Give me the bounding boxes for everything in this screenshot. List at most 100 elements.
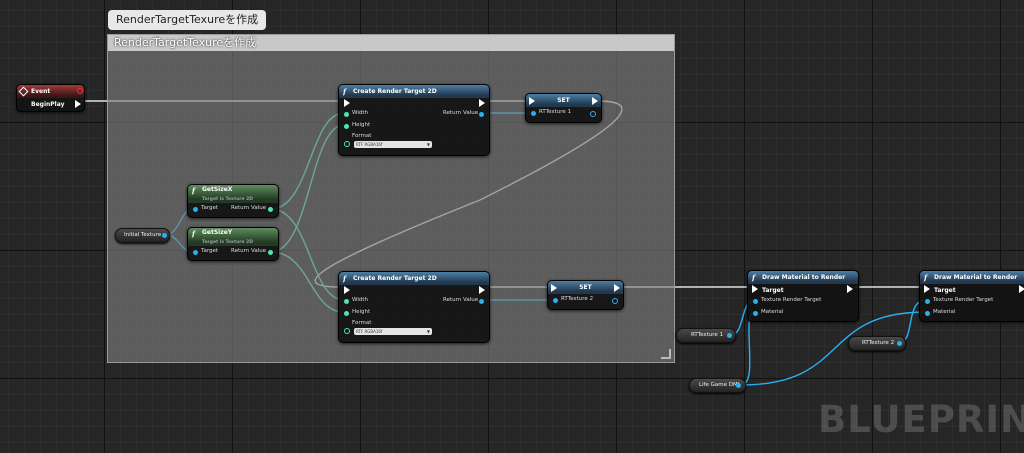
width-pin[interactable]	[344, 112, 349, 117]
get-size-x-node[interactable]: f GetSizeX Target is Texture 2D Target R…	[187, 184, 279, 218]
set-var-label: RTTexture 1	[539, 109, 572, 115]
function-icon: f	[343, 274, 347, 283]
set-title: SET	[557, 97, 570, 104]
return-value-label: Return Value	[231, 248, 267, 254]
return-value-pin[interactable]	[268, 207, 273, 212]
node-title: Draw Material to Render Target	[934, 274, 1018, 294]
chevron-down-icon: ▼	[426, 142, 430, 147]
function-header: f Draw Material to Render Target	[920, 271, 1024, 294]
variable-label: RTTexture 1	[691, 332, 724, 338]
width-pin[interactable]	[344, 299, 349, 304]
object-wire	[740, 311, 756, 386]
event-icon	[18, 86, 29, 97]
target-pin[interactable]	[193, 207, 198, 212]
set-rttexture-2-node[interactable]: SET RTTexture 2	[547, 280, 624, 310]
texture-target-pin[interactable]	[753, 299, 758, 304]
exec-in-pin[interactable]	[344, 99, 350, 107]
exec-in-pin[interactable]	[551, 284, 557, 292]
material-pin[interactable]	[753, 311, 758, 316]
function-header: f Create Render Target 2D	[339, 85, 489, 98]
node-title: GetSizeY	[202, 229, 233, 236]
variable-label: RTTexture 2	[862, 340, 895, 346]
node-title: Create Render Target 2D	[353, 275, 437, 282]
node-title: Draw Material to Render Target	[762, 274, 846, 294]
create-render-target-node-2[interactable]: f Create Render Target 2D Width Height F…	[338, 271, 490, 343]
target-pin[interactable]	[193, 250, 198, 255]
return-value-label: Return Value	[443, 110, 479, 116]
material-pin[interactable]	[925, 311, 930, 316]
format-dropdown[interactable]: RTF RGBA16f ▼	[354, 141, 432, 148]
exec-out-pin[interactable]	[479, 99, 485, 107]
rttexture-2-getter[interactable]: RTTexture 2	[848, 336, 906, 351]
event-header: Event BeginPlay	[17, 85, 84, 108]
life-game-dmi-getter[interactable]: Life Game DMI	[689, 378, 746, 393]
target-label: Target	[201, 248, 219, 254]
function-icon: f	[752, 273, 756, 282]
comment-bubble[interactable]: RenderTargetTexureを作成	[108, 10, 267, 30]
format-pin[interactable]	[344, 328, 350, 334]
return-value-pin[interactable]	[479, 112, 484, 117]
create-render-target-node-1[interactable]: f Create Render Target 2D Width Height F…	[338, 84, 490, 156]
variable-out-pin[interactable]	[736, 383, 741, 388]
texture-target-pin[interactable]	[925, 299, 930, 304]
get-size-y-node[interactable]: f GetSizeY Target is Texture 2D Target R…	[187, 227, 279, 261]
function-icon: f	[192, 186, 196, 195]
target-label: Target	[201, 205, 219, 211]
format-label: Format	[352, 320, 372, 326]
draw-material-node-1[interactable]: f Draw Material to Render Target Texture…	[747, 270, 859, 322]
format-dropdown[interactable]: RTF RGBA16f ▼	[354, 328, 432, 335]
height-label: Height	[352, 122, 371, 128]
exec-in-pin[interactable]	[924, 285, 930, 293]
format-label: Format	[352, 133, 372, 139]
width-label: Width	[352, 297, 368, 303]
set-rttexture-1-node[interactable]: SET RTTexture 1	[525, 93, 602, 123]
event-title: Event BeginPlay	[31, 88, 65, 108]
rttexture-1-getter[interactable]: RTTexture 1	[676, 328, 736, 343]
function-icon: f	[192, 229, 196, 238]
function-header: f Create Render Target 2D	[339, 272, 489, 285]
exec-out-pin[interactable]	[592, 97, 598, 105]
exec-out-pin[interactable]	[479, 286, 485, 294]
variable-label: Life Game DMI	[699, 382, 740, 388]
exec-in-pin[interactable]	[529, 97, 535, 105]
exec-out-pin[interactable]	[614, 284, 620, 292]
initial-texture-getter[interactable]: Initial Texture	[115, 228, 170, 243]
chevron-down-icon: ▼	[426, 329, 430, 334]
rttexture-in-pin[interactable]	[531, 111, 536, 116]
variable-out-pin[interactable]	[727, 333, 732, 338]
exec-in-pin[interactable]	[344, 286, 350, 294]
rttexture-out-pin[interactable]	[590, 111, 596, 117]
texture-target-label: Texture Render Target	[933, 297, 994, 303]
function-icon: f	[924, 273, 928, 282]
return-value-pin[interactable]	[268, 250, 273, 255]
exec-out-pin[interactable]	[847, 285, 853, 293]
resize-grip-icon[interactable]	[661, 349, 671, 359]
width-label: Width	[352, 110, 368, 116]
function-header: f Draw Material to Render Target	[748, 271, 858, 294]
draw-material-node-2[interactable]: f Draw Material to Render Target Texture…	[919, 270, 1024, 322]
exec-out-pin[interactable]	[75, 100, 81, 108]
exec-out-pin[interactable]	[1019, 285, 1024, 293]
material-label: Material	[761, 309, 784, 315]
format-value: RTF RGBA16f	[356, 329, 383, 334]
node-title: GetSizeX	[202, 186, 233, 193]
variable-out-pin[interactable]	[897, 341, 902, 346]
set-header: SET	[548, 281, 623, 294]
format-value: RTF RGBA16f	[356, 142, 383, 147]
rttexture-in-pin[interactable]	[553, 298, 558, 303]
rttexture-out-pin[interactable]	[612, 298, 618, 304]
texture-target-label: Texture Render Target	[761, 297, 822, 303]
return-value-label: Return Value	[443, 297, 479, 303]
format-pin[interactable]	[344, 141, 350, 147]
height-pin[interactable]	[344, 311, 349, 316]
variable-out-pin[interactable]	[162, 233, 167, 238]
node-title: Create Render Target 2D	[353, 88, 437, 95]
delegate-pin[interactable]	[77, 88, 83, 94]
exec-in-pin[interactable]	[752, 285, 758, 293]
event-begin-play-node[interactable]: Event BeginPlay	[16, 84, 85, 112]
return-value-pin[interactable]	[479, 299, 484, 304]
set-title: SET	[579, 284, 592, 291]
return-value-label: Return Value	[231, 205, 267, 211]
pure-header: f GetSizeY Target is Texture 2D	[188, 228, 278, 246]
height-pin[interactable]	[344, 124, 349, 129]
